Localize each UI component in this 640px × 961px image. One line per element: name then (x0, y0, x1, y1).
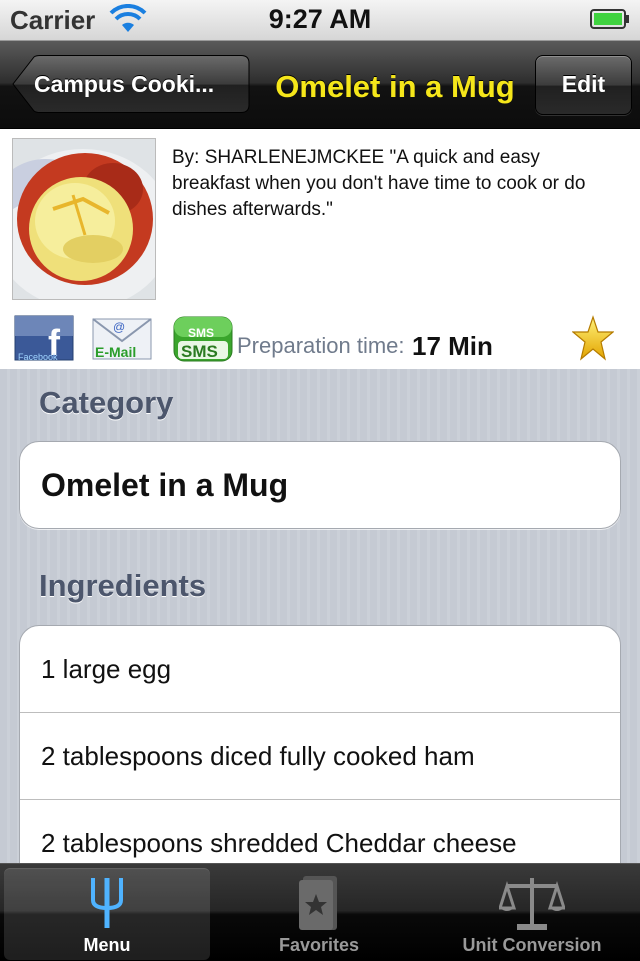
recipe-photo[interactable] (12, 138, 156, 300)
omelet-photo-image (13, 139, 155, 299)
navigation-bar: Campus Cooki... Omelet in a Mug Edit (0, 41, 640, 129)
back-button-label: Campus Cooki... (34, 71, 215, 97)
sms-icon: SMS SMS (173, 316, 233, 362)
tab-favorites[interactable]: Favorites (216, 868, 422, 960)
facebook-icon: f Facebook (14, 315, 74, 363)
page-title: Omelet in a Mug (275, 69, 515, 104)
facebook-share-button[interactable]: f Facebook (14, 315, 76, 363)
tab-label: Favorites (278, 935, 360, 955)
prep-time-label: Preparation time: (237, 333, 405, 358)
svg-text:SMS: SMS (188, 326, 214, 340)
edit-button[interactable]: Edit (535, 55, 632, 115)
envelope-icon: @ E-Mail (92, 318, 152, 360)
svg-text:SMS: SMS (181, 342, 218, 361)
category-cell[interactable]: Omelet in a Mug (20, 442, 620, 528)
fork-icon (91, 878, 123, 928)
email-share-button[interactable]: @ E-Mail (91, 315, 153, 363)
scale-icon (499, 878, 565, 930)
tab-menu[interactable]: Menu (4, 868, 210, 960)
battery-icon (590, 9, 629, 29)
tab-label: Unit Conversion (462, 935, 602, 955)
ingredient-row[interactable]: 1 large egg (20, 626, 620, 713)
tab-bar: Menu Favorites Unit Conversion (0, 863, 640, 961)
category-section-header: Category (39, 385, 174, 420)
svg-text:Facebook: Facebook (18, 352, 58, 362)
recipe-info-panel: By: SHARLENEJMCKEE "A quick and easy bre… (0, 129, 640, 369)
star-book-icon (299, 876, 337, 930)
category-group: Omelet in a Mug (19, 441, 621, 529)
status-bar: Carrier 9:27 AM (0, 0, 640, 41)
favorite-star-icon[interactable] (572, 313, 614, 365)
ingredient-row[interactable]: 2 tablespoons diced fully cooked ham (20, 713, 620, 800)
svg-text:E-Mail: E-Mail (95, 344, 136, 360)
prep-time-value: 17 Min (412, 331, 493, 361)
tab-unit-conversion[interactable]: Unit Conversion (428, 868, 636, 960)
ingredient-row[interactable]: 2 tablespoons shredded Cheddar cheese (20, 800, 620, 863)
recipe-description: By: SHARLENEJMCKEE "A quick and easy bre… (172, 147, 586, 220)
svg-text:@: @ (113, 320, 125, 334)
sms-share-button[interactable]: SMS SMS (172, 315, 234, 363)
status-clock: 9:27 AM (268, 4, 372, 34)
back-button[interactable]: Campus Cooki... (12, 55, 250, 113)
ingredients-group: 1 large egg 2 tablespoons diced fully co… (19, 625, 621, 863)
ingredients-section-header: Ingredients (39, 568, 207, 603)
tab-label: Menu (83, 935, 131, 955)
recipe-details-table[interactable]: Category Omelet in a Mug Ingredients 1 l… (0, 369, 640, 863)
